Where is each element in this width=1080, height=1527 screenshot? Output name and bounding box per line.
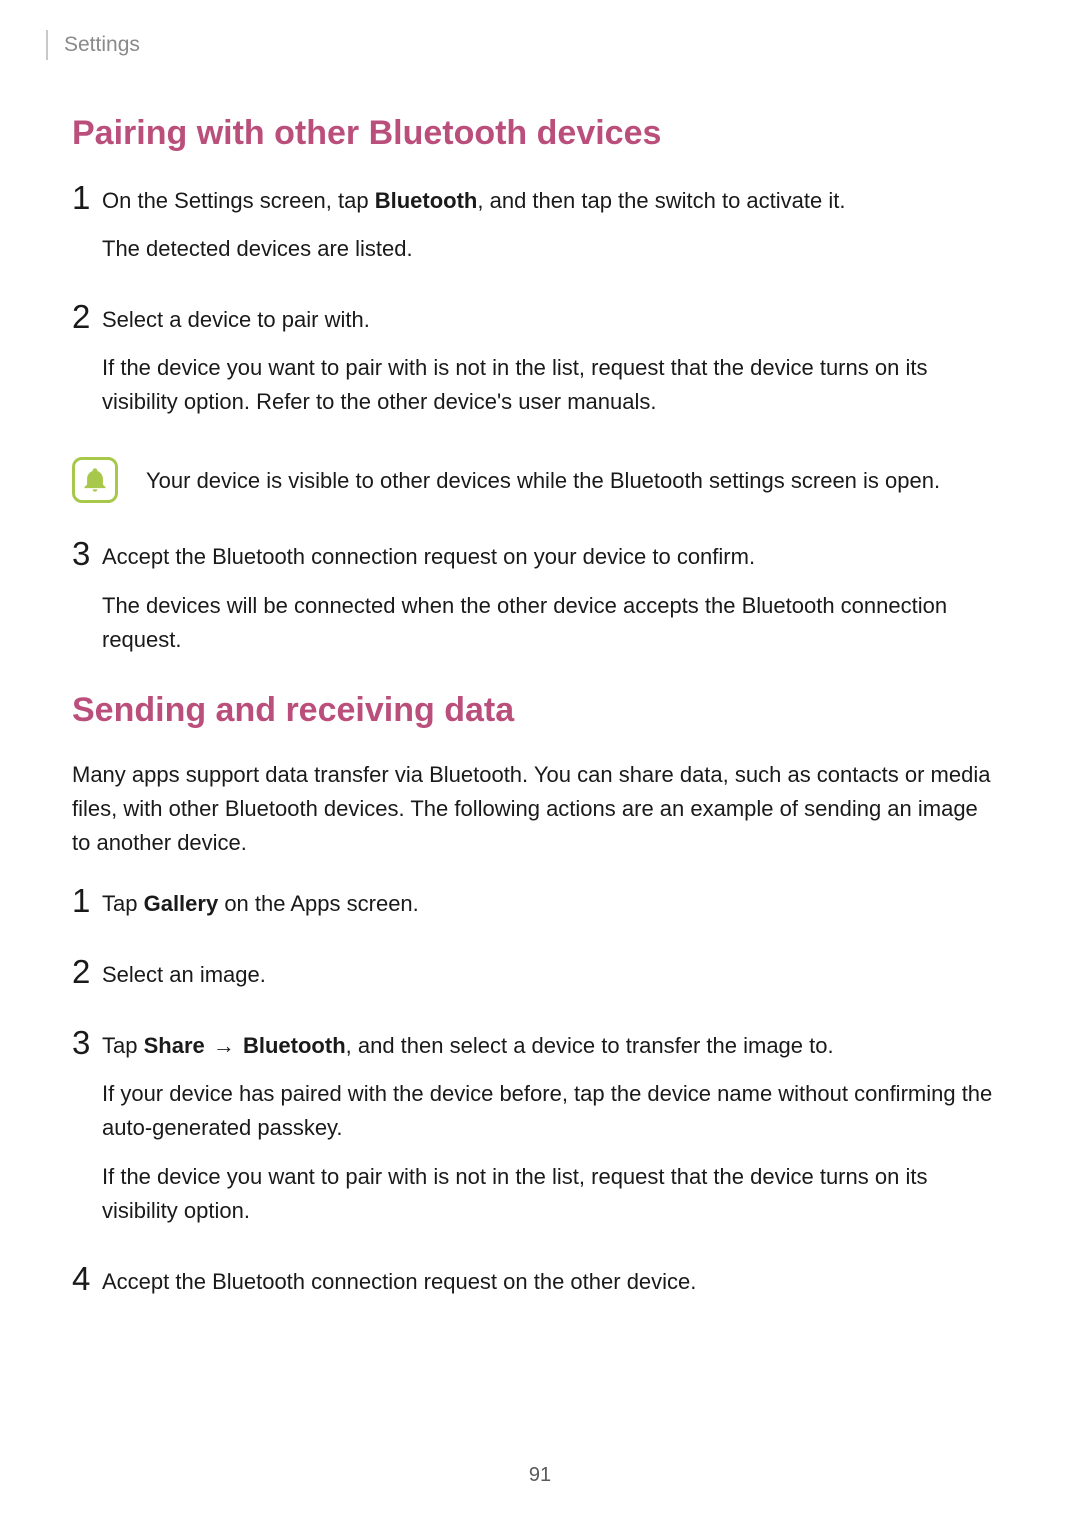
step-body: Tap Share → Bluetooth, and then select a…: [102, 1026, 1002, 1241]
step-text: If the device you want to pair with is n…: [102, 1160, 1002, 1228]
step-text: Select a device to pair with.: [102, 303, 1002, 337]
step-body: Accept the Bluetooth connection request …: [102, 1262, 1002, 1313]
step-number: 4: [72, 1262, 102, 1295]
step-number: 1: [72, 181, 102, 214]
breadcrumb-divider: [46, 30, 48, 60]
step-text: Accept the Bluetooth connection request …: [102, 1265, 1002, 1299]
step-item: 2 Select an image.: [72, 955, 1002, 1006]
step-text: Accept the Bluetooth connection request …: [102, 540, 1002, 574]
breadcrumb-bar: Settings: [46, 30, 140, 60]
step-text: Select an image.: [102, 958, 1002, 992]
section-heading-sending: Sending and receiving data: [72, 691, 1002, 730]
step-text: If your device has paired with the devic…: [102, 1077, 1002, 1145]
step-body: Select a device to pair with. If the dev…: [102, 300, 1002, 433]
bell-icon-svg: [81, 466, 109, 494]
page-number: 91: [0, 1464, 1080, 1487]
step-item: 2 Select a device to pair with. If the d…: [72, 300, 1002, 433]
page-content: Pairing with other Bluetooth devices 1 O…: [72, 96, 1002, 1333]
step-text: The devices will be connected when the o…: [102, 589, 1002, 657]
step-item: 4 Accept the Bluetooth connection reques…: [72, 1262, 1002, 1313]
step-text: Tap Share → Bluetooth, and then select a…: [102, 1029, 1002, 1063]
step-text: On the Settings screen, tap Bluetooth, a…: [102, 184, 1002, 218]
section-intro: Many apps support data transfer via Blue…: [72, 758, 1002, 860]
step-body: Accept the Bluetooth connection request …: [102, 537, 1002, 670]
step-number: 2: [72, 955, 102, 988]
bell-icon: [72, 457, 118, 503]
step-text: The detected devices are listed.: [102, 232, 1002, 266]
step-number: 3: [72, 537, 102, 570]
step-item: 3 Tap Share → Bluetooth, and then select…: [72, 1026, 1002, 1241]
step-body: On the Settings screen, tap Bluetooth, a…: [102, 181, 1002, 280]
step-number: 3: [72, 1026, 102, 1059]
step-item: 1 On the Settings screen, tap Bluetooth,…: [72, 181, 1002, 280]
step-text: Tap Gallery on the Apps screen.: [102, 887, 1002, 921]
step-body: Tap Gallery on the Apps screen.: [102, 884, 1002, 935]
step-item: 1 Tap Gallery on the Apps screen.: [72, 884, 1002, 935]
step-number: 2: [72, 300, 102, 333]
note-text: Your device is visible to other devices …: [146, 464, 940, 497]
note-callout: Your device is visible to other devices …: [72, 457, 1002, 503]
step-number: 1: [72, 884, 102, 917]
section-heading-pairing: Pairing with other Bluetooth devices: [72, 114, 1002, 153]
step-body: Select an image.: [102, 955, 1002, 1006]
step-text: If the device you want to pair with is n…: [102, 351, 1002, 419]
breadcrumb-text: Settings: [64, 33, 140, 57]
step-item: 3 Accept the Bluetooth connection reques…: [72, 537, 1002, 670]
